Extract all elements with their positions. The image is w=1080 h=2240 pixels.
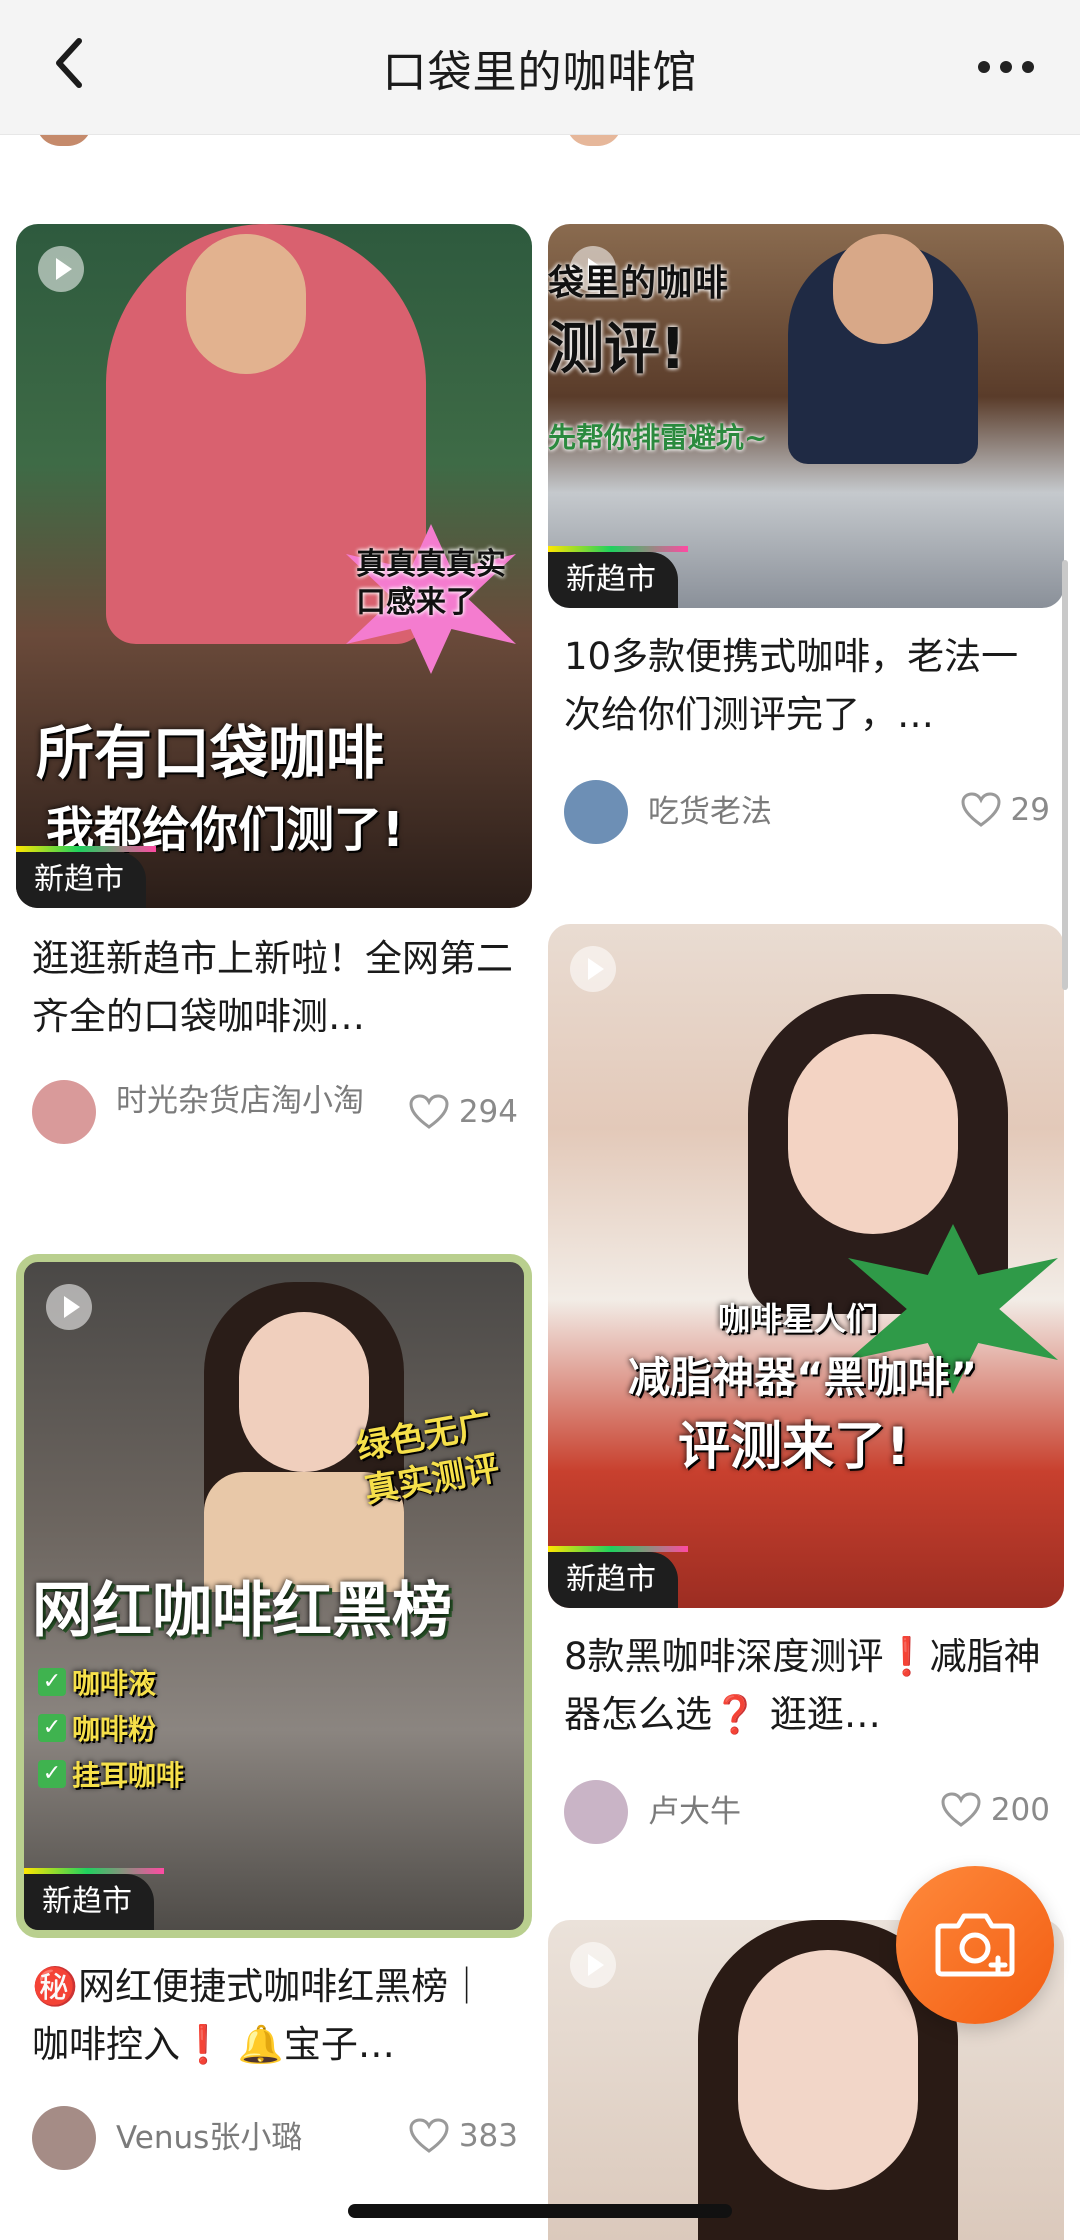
card-thumbnail[interactable]: 咖啡星人们 减脂神器“黑咖啡” 评测来了! 新趋市	[548, 924, 1064, 1608]
thumbnail-caption-top: 咖啡星人们	[718, 1300, 879, 1338]
more-dot-icon	[1000, 61, 1012, 73]
thumbnail-caption-main: 袋里的咖啡	[548, 263, 729, 304]
like-button[interactable]: 200	[941, 1792, 1050, 1828]
avatar[interactable]	[32, 1080, 96, 1144]
checklist-item: ✓ 咖啡粉	[38, 1708, 184, 1748]
author-name[interactable]: Venus张小璐	[116, 2106, 366, 2170]
checkmark-icon: ✓	[38, 1668, 66, 1696]
like-count: 200	[990, 1792, 1050, 1828]
heart-icon	[409, 1094, 449, 1129]
checklist-label: 咖啡粉	[72, 1713, 157, 1746]
scrollbar[interactable]	[1062, 560, 1068, 990]
camera-button[interactable]	[896, 1866, 1054, 2024]
thumbnail-caption-sub: 测评!	[548, 317, 686, 382]
person-face	[239, 1312, 369, 1472]
thumbnail-caption-main: 网红咖啡红黑榜	[32, 1576, 452, 1646]
checklist-label: 挂耳咖啡	[72, 1759, 185, 1792]
video-play-icon	[570, 946, 616, 992]
like-button[interactable]: 294	[409, 1094, 518, 1130]
category-tag: 新趋市	[548, 552, 686, 608]
card-thumbnail[interactable]: 绿色无广 真实测评 网红咖啡红黑榜 ✓ 咖啡液 ✓ 咖啡粉 ✓ 挂耳咖啡 新趋市	[16, 1254, 532, 1938]
thumbnail-caption-top: 真真真真实 口感来了	[356, 547, 506, 620]
like-count: 29	[1010, 792, 1050, 828]
author-name[interactable]: 卢大牛	[648, 1780, 898, 1844]
checklist: ✓ 咖啡液 ✓ 咖啡粉 ✓ 挂耳咖啡	[38, 1662, 184, 1794]
video-play-icon	[570, 1942, 616, 1988]
more-dot-icon	[978, 61, 990, 73]
checklist-item: ✓ 挂耳咖啡	[38, 1754, 184, 1794]
note-title[interactable]: 8款黑咖啡深度测评❗️减脂神器怎么选❓ 逛逛…	[564, 1628, 1054, 1744]
like-count: 383	[458, 2118, 518, 2154]
top-bar: 口袋里的咖啡馆	[0, 0, 1080, 135]
thumbnail-caption-main: 所有口袋咖啡	[36, 719, 385, 787]
person-face	[738, 1950, 918, 2190]
checkmark-icon: ✓	[38, 1714, 66, 1742]
person-face	[788, 1034, 958, 1234]
author-name[interactable]: 时光杂货店淘小淘	[116, 1080, 366, 1122]
card-thumbnail[interactable]: 真真真真实 口感来了 所有口袋咖啡 我都给你们测了! 新趋市	[16, 224, 532, 908]
more-options-button[interactable]	[966, 42, 1046, 92]
author[interactable]: 吃货老法	[564, 780, 898, 844]
like-button[interactable]: 383	[409, 2118, 518, 2154]
avatar[interactable]	[564, 1780, 628, 1844]
home-indicator[interactable]	[348, 2204, 732, 2218]
author-name[interactable]: 吃货老法	[648, 780, 898, 844]
camera-plus-icon	[935, 1913, 1015, 1977]
author[interactable]: 卢大牛	[564, 1780, 898, 1844]
category-tag: 新趋市	[548, 1552, 686, 1608]
more-dot-icon	[1022, 61, 1034, 73]
like-button[interactable]: 29	[961, 792, 1050, 828]
avatar[interactable]	[32, 2106, 96, 2170]
person-face	[833, 234, 933, 344]
note-title[interactable]: ㊙️网红便捷式咖啡红黑榜｜咖啡控入❗️ 🔔宝子…	[32, 1958, 522, 2074]
video-play-icon	[46, 1284, 92, 1330]
category-tag: 新趋市	[16, 852, 154, 908]
heart-icon	[941, 1792, 981, 1827]
author[interactable]: 时光杂货店淘小淘	[32, 1080, 366, 1144]
checkmark-icon: ✓	[38, 1760, 66, 1788]
heart-icon	[961, 792, 1001, 827]
page-title: 口袋里的咖啡馆	[382, 47, 698, 98]
video-play-icon	[38, 246, 84, 292]
thumbnail-caption-main: 减脂神器“黑咖啡”	[628, 1353, 978, 1402]
category-tag: 新趋市	[24, 1874, 162, 1930]
person-face	[186, 234, 306, 374]
thumbnail-caption-sub: 评测来了!	[678, 1417, 910, 1477]
checklist-item: ✓ 咖啡液	[38, 1662, 184, 1702]
like-count: 294	[458, 1094, 518, 1130]
heart-icon	[409, 2118, 449, 2153]
checklist-label: 咖啡液	[72, 1667, 157, 1700]
note-title[interactable]: 10多款便携式咖啡，老法一次给你们测评完了，…	[564, 628, 1054, 744]
note-title[interactable]: 逛逛新趋市上新啦！全网第二齐全的口袋咖啡测…	[32, 930, 522, 1046]
card-thumbnail[interactable]: 袋里的咖啡 测评! 先帮你排雷避坑~ 新趋市	[548, 224, 1064, 608]
thumbnail-caption-note: 先帮你排雷避坑~	[548, 421, 768, 454]
author[interactable]: Venus张小璐	[32, 2106, 366, 2170]
avatar[interactable]	[564, 780, 628, 844]
